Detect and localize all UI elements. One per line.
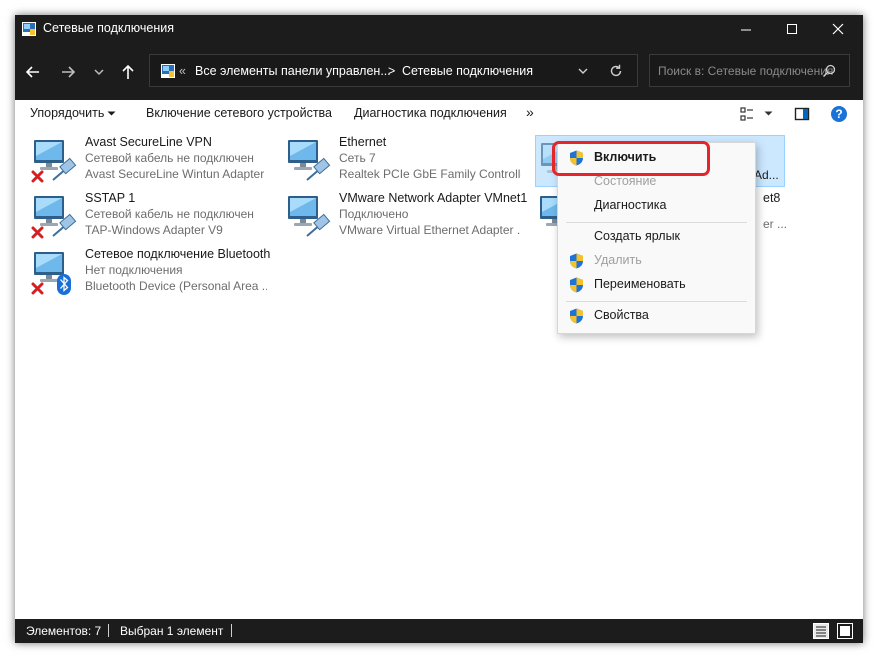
address-history-chevron-icon[interactable] bbox=[575, 63, 591, 79]
highlight-annotation bbox=[552, 141, 710, 176]
status-separator bbox=[231, 624, 232, 637]
selection-count: Выбран 1 элемент bbox=[120, 624, 224, 638]
connection-item[interactable]: Сетевое подключение Bluetooth Нет подклю… bbox=[17, 245, 271, 297]
uac-shield-icon bbox=[570, 277, 583, 293]
connection-adapter: Avast SecureLine Wintun Adapter bbox=[85, 167, 265, 181]
network-adapter-icon bbox=[288, 196, 331, 237]
breadcrumb-control-panel[interactable]: Все элементы панели управлен... bbox=[195, 64, 391, 78]
connection-name: et8 bbox=[763, 191, 781, 205]
connection-name: VMware Network Adapter VMnet1 bbox=[339, 191, 528, 205]
menu-item-properties[interactable]: Свойства bbox=[558, 304, 755, 328]
status-separator bbox=[108, 624, 109, 637]
enable-device-button[interactable]: Включение сетевого устройства bbox=[146, 106, 332, 120]
more-commands-button[interactable]: » bbox=[526, 104, 534, 120]
bluetooth-adapter-icon bbox=[31, 252, 71, 295]
organize-menu-button[interactable]: Упорядочить bbox=[30, 106, 104, 120]
connection-adapter: TAP-Windows Adapter V9 bbox=[85, 223, 223, 237]
connection-name: Ethernet bbox=[339, 135, 387, 149]
menu-separator bbox=[566, 301, 747, 302]
connection-adapter: Ad... bbox=[754, 168, 779, 182]
connection-adapter: Bluetooth Device (Personal Area ... bbox=[85, 279, 267, 293]
network-adapter-icon bbox=[31, 196, 77, 239]
forward-arrow-icon[interactable] bbox=[56, 60, 80, 84]
menu-item-label: Состояние bbox=[594, 174, 657, 188]
menu-item-diagnostics[interactable]: Диагностика bbox=[558, 194, 755, 218]
network-connections-icon bbox=[22, 22, 36, 36]
navigation-bar: « Все элементы панели управлен... > Сете… bbox=[15, 44, 863, 100]
organize-dropdown-icon[interactable] bbox=[107, 109, 116, 118]
menu-item-rename[interactable]: Переименовать bbox=[558, 273, 755, 297]
menu-separator bbox=[566, 222, 747, 223]
network-adapter-icon bbox=[31, 140, 77, 183]
connection-adapter: VMware Virtual Ethernet Adapter ... bbox=[339, 223, 521, 237]
connection-adapter: er ... bbox=[763, 217, 788, 231]
breadcrumb-network-connections[interactable]: Сетевые подключения bbox=[402, 64, 533, 78]
search-box[interactable]: Поиск в: Сетевые подключения bbox=[649, 54, 850, 87]
connection-status: Сетевой кабель не подключен bbox=[85, 207, 254, 221]
back-arrow-icon[interactable] bbox=[21, 60, 45, 84]
command-bar: Упорядочить Включение сетевого устройств… bbox=[15, 100, 863, 127]
connection-status: Сеть 7 bbox=[339, 151, 376, 165]
close-button[interactable] bbox=[815, 15, 861, 44]
breadcrumb-separator[interactable]: > bbox=[388, 64, 395, 78]
menu-item-delete[interactable]: Удалить bbox=[558, 249, 755, 273]
connection-item[interactable]: Ethernet Сеть 7 Realtek PCIe GbE Family … bbox=[271, 133, 521, 185]
connection-status: Нет подключения bbox=[85, 263, 183, 277]
large-icons-view-icon[interactable] bbox=[837, 623, 853, 639]
connection-status: Подключено bbox=[339, 207, 409, 221]
item-count: Элементов: 7 bbox=[26, 624, 102, 638]
view-options-dropdown-icon[interactable] bbox=[764, 109, 773, 118]
connection-status: Сетевой кабель не подключен bbox=[85, 151, 254, 165]
connection-name: Сетевое подключение Bluetooth bbox=[85, 247, 271, 261]
connection-item[interactable]: VMware Network Adapter VMnet1 Подключено… bbox=[271, 189, 527, 241]
menu-item-label: Свойства bbox=[594, 308, 649, 322]
help-icon[interactable]: ? bbox=[830, 105, 848, 123]
network-adapter-icon bbox=[288, 140, 331, 181]
search-input[interactable]: Поиск в: Сетевые подключения bbox=[658, 64, 833, 78]
address-bar[interactable]: « Все элементы панели управлен... > Сете… bbox=[149, 54, 638, 87]
uac-shield-icon bbox=[570, 253, 583, 269]
window-title: Сетевые подключения bbox=[43, 21, 175, 35]
view-options-icon[interactable] bbox=[739, 106, 755, 122]
details-view-icon[interactable] bbox=[813, 623, 829, 639]
menu-item-label: Создать ярлык bbox=[594, 229, 681, 243]
connection-name: Avast SecureLine VPN bbox=[85, 135, 212, 149]
svg-text:?: ? bbox=[835, 107, 842, 121]
title-bar: Сетевые подключения bbox=[15, 15, 863, 44]
menu-item-label: Удалить bbox=[594, 253, 642, 267]
minimize-button[interactable] bbox=[723, 15, 769, 44]
recent-locations-chevron-icon[interactable] bbox=[87, 60, 111, 84]
connection-name: SSTAP 1 bbox=[85, 191, 136, 205]
up-arrow-icon[interactable] bbox=[116, 60, 140, 84]
search-icon[interactable] bbox=[822, 64, 836, 78]
network-connections-window: Сетевые подключения « Все элементы панел… bbox=[15, 15, 863, 643]
menu-item-label: Диагностика bbox=[594, 198, 667, 212]
menu-item-label: Переименовать bbox=[594, 277, 686, 291]
menu-item-create-shortcut[interactable]: Создать ярлык bbox=[558, 225, 755, 249]
maximize-button[interactable] bbox=[769, 15, 815, 44]
status-bar: Элементов: 7 Выбран 1 элемент bbox=[15, 619, 863, 643]
preview-pane-icon[interactable] bbox=[794, 106, 810, 122]
control-panel-icon bbox=[161, 64, 175, 78]
uac-shield-icon bbox=[570, 308, 583, 324]
breadcrumb-overflow[interactable]: « bbox=[179, 64, 186, 78]
connection-item[interactable]: SSTAP 1 Сетевой кабель не подключен TAP-… bbox=[17, 189, 267, 241]
diagnose-connection-button[interactable]: Диагностика подключения bbox=[354, 106, 507, 120]
connection-adapter: Realtek PCIe GbE Family Controller bbox=[339, 167, 521, 181]
refresh-icon[interactable] bbox=[608, 63, 624, 79]
connection-item[interactable]: Avast SecureLine VPN Сетевой кабель не п… bbox=[17, 133, 267, 185]
